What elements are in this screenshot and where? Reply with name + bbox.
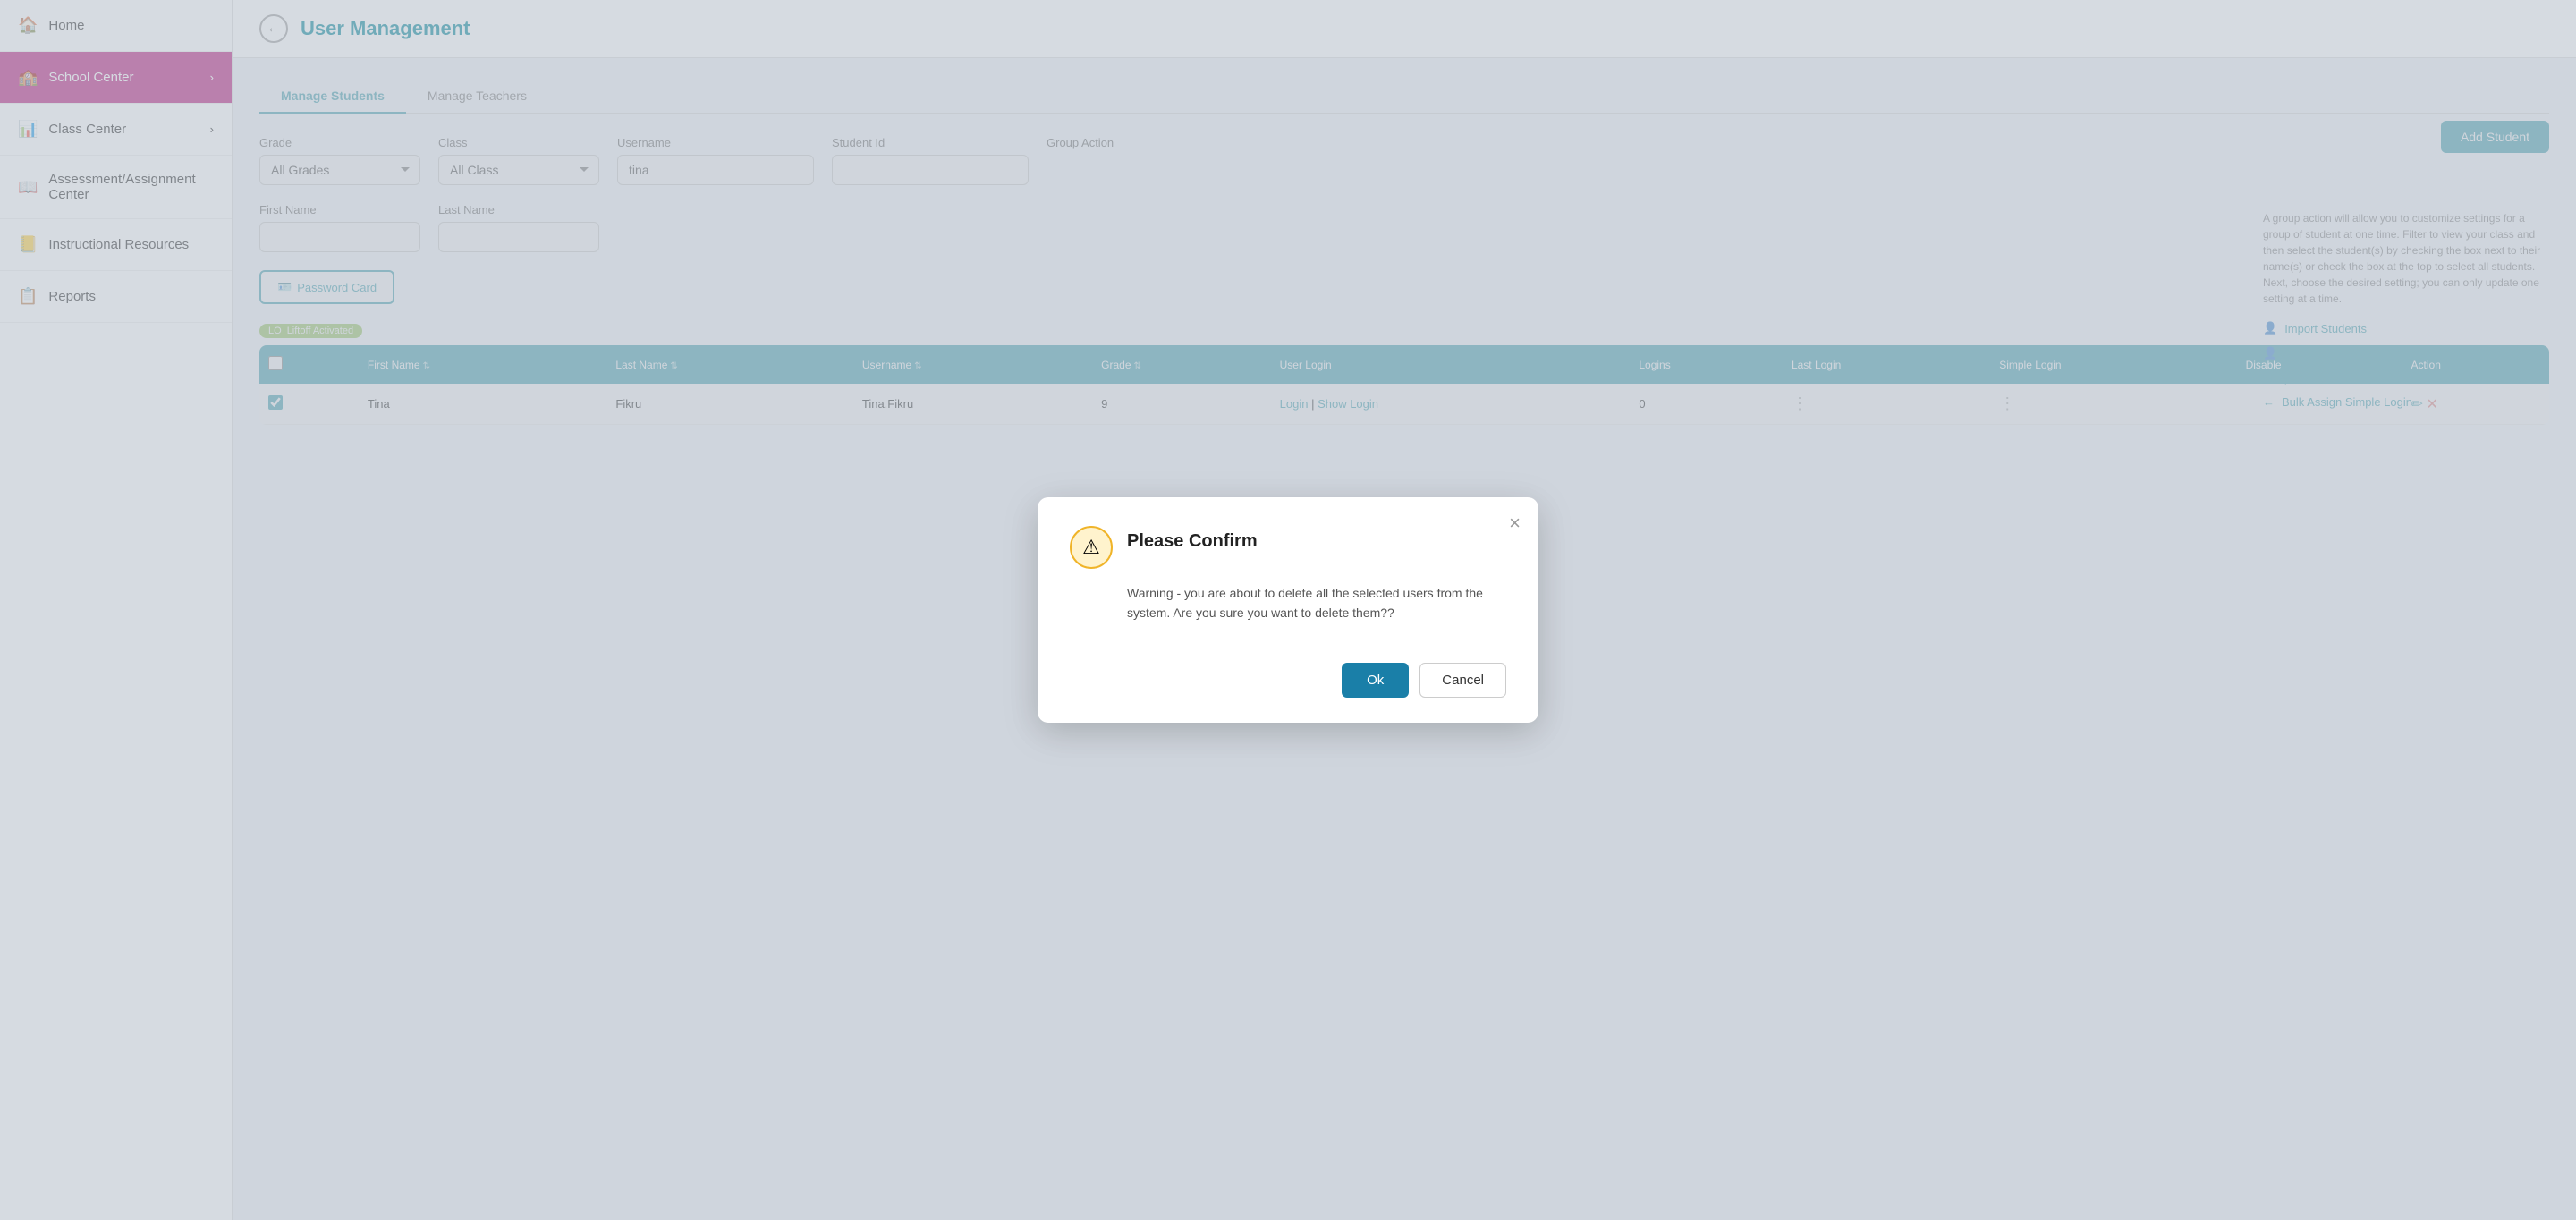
modal-header: ⚠ Please Confirm <box>1070 526 1506 569</box>
warning-icon: ⚠ <box>1070 526 1113 569</box>
modal-close-button[interactable]: × <box>1509 512 1521 535</box>
modal-ok-button[interactable]: Ok <box>1342 663 1409 698</box>
modal-title: Please Confirm <box>1127 531 1258 552</box>
modal-body: Warning - you are about to delete all th… <box>1070 583 1506 623</box>
confirm-modal: × ⚠ Please Confirm Warning - you are abo… <box>1038 497 1538 724</box>
modal-footer: Ok Cancel <box>1070 648 1506 698</box>
main-content: ← User Management Manage Students Manage… <box>233 0 2576 1220</box>
modal-overlay: × ⚠ Please Confirm Warning - you are abo… <box>233 0 2576 1220</box>
modal-cancel-button[interactable]: Cancel <box>1419 663 1506 698</box>
